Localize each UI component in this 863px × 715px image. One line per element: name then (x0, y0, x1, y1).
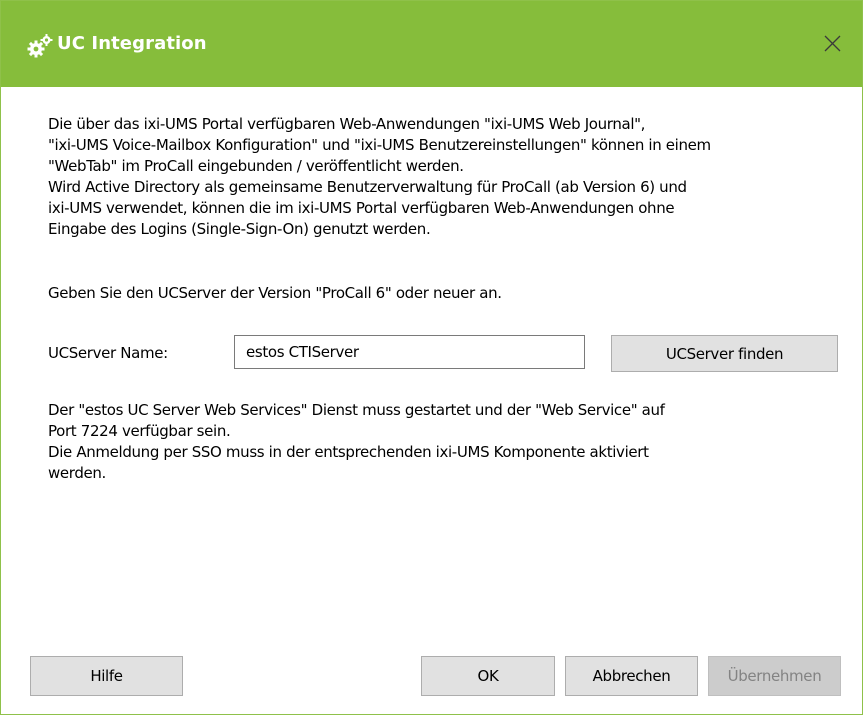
prompt-text: Geben Sie den UCServer der Version "ProC… (48, 284, 502, 302)
ok-button[interactable]: OK (421, 656, 555, 696)
note-line: werden. (48, 464, 106, 482)
intro-line: Wird Active Directory als gemeinsame Ben… (48, 178, 687, 196)
intro-line: "ixi-UMS Voice-Mailbox Konfiguration" un… (48, 136, 711, 154)
intro-line: Die über das ixi-UMS Portal verfügbaren … (48, 115, 646, 133)
close-button[interactable] (802, 21, 862, 67)
intro-line: Eingabe des Logins (Single-Sign-On) genu… (48, 220, 431, 238)
gears-icon (27, 34, 53, 58)
intro-text: Die über das ixi-UMS Portal verfügbaren … (48, 114, 711, 240)
note-text: Der "estos UC Server Web Services" Diens… (48, 400, 665, 484)
uc-integration-dialog: UC Integration Die über das ixi-UMS Port… (0, 0, 863, 715)
ucserver-name-input[interactable] (234, 335, 585, 369)
cancel-button[interactable]: Abbrechen (565, 656, 698, 696)
find-ucserver-button[interactable]: UCServer finden (611, 335, 838, 372)
intro-line: "WebTab" im ProCall eingebunden / veröff… (48, 157, 464, 175)
dialog-title: UC Integration (57, 33, 207, 54)
note-line: Der "estos UC Server Web Services" Diens… (48, 401, 665, 419)
apply-button: Übernehmen (708, 656, 841, 696)
ucserver-name-label: UCServer Name: (48, 344, 168, 362)
title-bar[interactable]: UC Integration (1, 1, 862, 87)
note-line: Die Anmeldung per SSO muss in der entspr… (48, 443, 649, 461)
note-line: Port 7224 verfügbar sein. (48, 422, 231, 440)
help-button[interactable]: Hilfe (30, 656, 183, 696)
close-icon (824, 35, 841, 52)
intro-line: ixi-UMS verwendet, können die im ixi-UMS… (48, 199, 675, 217)
